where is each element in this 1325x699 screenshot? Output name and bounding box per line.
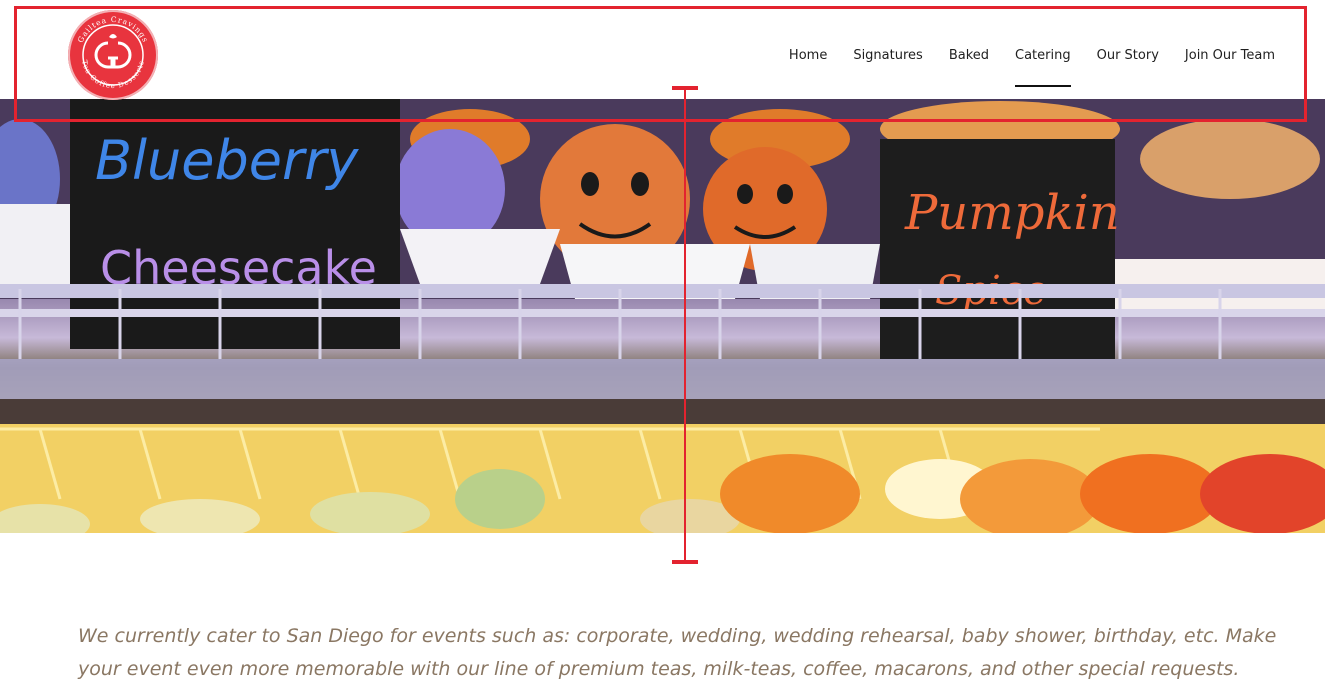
nav-signatures[interactable]: Signatures bbox=[853, 46, 923, 66]
height-measure-annotation bbox=[672, 86, 698, 564]
catering-intro-text: We currently cater to San Diego for even… bbox=[78, 625, 1277, 680]
hero-banner-image: Blueberry Cheesecake Pumpkin Spice bbox=[0, 99, 1325, 533]
main-nav: Home Signatures Baked Catering Our Story… bbox=[763, 46, 1275, 87]
nav-baked[interactable]: Baked bbox=[949, 46, 989, 66]
nav-home[interactable]: Home bbox=[789, 46, 827, 66]
macaron-display-illustration: Blueberry Cheesecake Pumpkin Spice bbox=[0, 99, 1325, 533]
nav-join-our-team[interactable]: Join Our Team bbox=[1185, 46, 1275, 66]
nav-our-story[interactable]: Our Story bbox=[1097, 46, 1159, 66]
site-header: Gailtea Cravings Tea Coffee Desserts Hom… bbox=[0, 0, 1325, 100]
sign-right-line1: Pumpkin bbox=[904, 185, 1120, 241]
logo-emblem-icon: Gailtea Cravings Tea Coffee Desserts bbox=[71, 13, 155, 97]
nav-catering[interactable]: Catering bbox=[1015, 46, 1071, 87]
brand-logo[interactable]: Gailtea Cravings Tea Coffee Desserts bbox=[68, 10, 158, 100]
sign-left-line1: Blueberry bbox=[95, 129, 359, 192]
